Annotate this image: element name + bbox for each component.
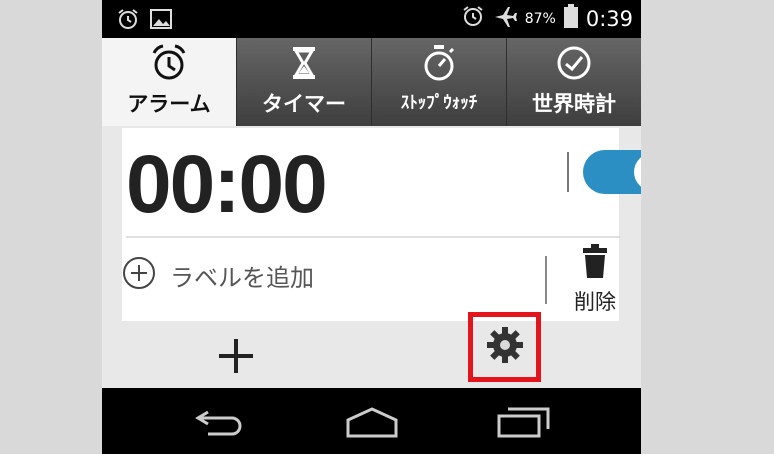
add-label-button[interactable]: ラベルを追加 xyxy=(122,256,314,294)
alarm-clock-icon xyxy=(149,44,189,82)
tab-label: 世界時計 xyxy=(532,92,616,116)
stopwatch-icon xyxy=(420,44,458,82)
alarm-icon xyxy=(116,7,140,35)
hourglass-icon xyxy=(289,44,319,82)
add-label-text: ラベルを追加 xyxy=(170,263,314,292)
add-alarm-button[interactable] xyxy=(216,336,256,376)
back-icon[interactable] xyxy=(194,406,246,440)
delete-button[interactable]: 削除 xyxy=(568,244,622,316)
recent-apps-icon[interactable] xyxy=(496,406,550,442)
clock-icon xyxy=(555,44,593,82)
alarm-time[interactable]: 00:00 xyxy=(126,138,328,232)
gear-icon xyxy=(486,326,524,368)
settings-button[interactable] xyxy=(468,312,541,382)
toggle-label: ON xyxy=(634,153,641,191)
trash-icon xyxy=(582,244,608,282)
battery-percent: 87% xyxy=(524,10,556,27)
status-bar: 87% 0:39 xyxy=(102,0,641,38)
alarm-card: 00:00 ON ラベルを追加 削除 xyxy=(122,128,641,321)
alarm-icon xyxy=(461,4,485,33)
battery-icon xyxy=(563,4,578,33)
tab-bar: アラーム タイマー ｽﾄｯﾌﾟｳｫｯﾁ 世界時計 xyxy=(102,38,641,126)
status-clock: 0:39 xyxy=(585,6,633,31)
divider xyxy=(567,152,569,192)
airplane-icon xyxy=(493,4,517,33)
home-icon[interactable] xyxy=(344,406,400,442)
tab-label: ｽﾄｯﾌﾟｳｫｯﾁ xyxy=(400,93,478,113)
divider xyxy=(126,236,621,238)
plus-icon xyxy=(216,339,256,380)
tab-label: タイマー xyxy=(262,92,346,116)
navigation-bar xyxy=(102,388,641,454)
image-icon xyxy=(150,9,172,33)
delete-label: 削除 xyxy=(574,290,616,314)
tab-label: アラーム xyxy=(127,92,211,116)
phone-screen: 87% 0:39 アラーム タイマー ｽﾄｯﾌﾟｳｫｯﾁ 世界時計 00:00 … xyxy=(102,0,641,454)
alarm-toggle[interactable]: ON xyxy=(583,150,641,194)
divider xyxy=(545,256,547,304)
plus-circle-icon xyxy=(122,256,156,294)
tab-alarm[interactable]: アラーム xyxy=(102,38,237,126)
tab-stopwatch[interactable]: ｽﾄｯﾌﾟｳｫｯﾁ xyxy=(372,38,507,126)
tab-world-clock[interactable]: 世界時計 xyxy=(507,38,641,126)
tab-timer[interactable]: タイマー xyxy=(237,38,372,126)
